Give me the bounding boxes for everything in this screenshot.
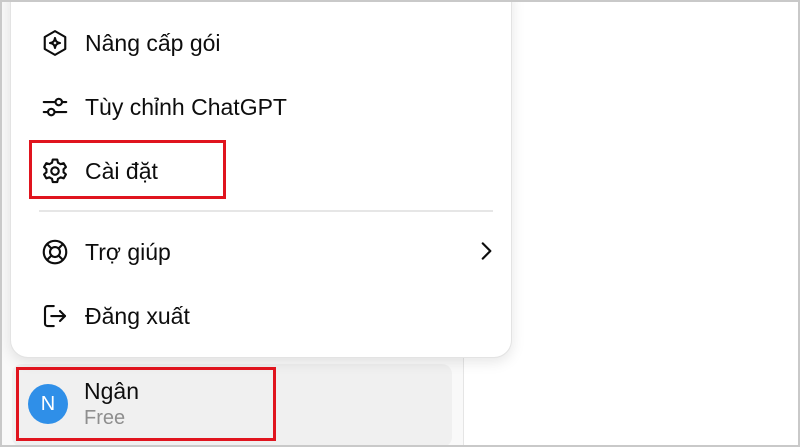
sliders-icon [39, 91, 71, 123]
menu-item-upgrade-plan[interactable]: Nâng cấp gói [39, 23, 499, 63]
chevron-right-icon [481, 242, 492, 260]
menu-item-label: Trợ giúp [85, 238, 171, 265]
user-profile-button[interactable]: N Ngân Free [24, 372, 274, 436]
menu-item-help[interactable]: Trợ giúp [39, 232, 499, 272]
user-info: Ngân Free [84, 377, 139, 431]
logout-icon [39, 300, 71, 332]
lifebuoy-icon [39, 236, 71, 268]
menu-item-label: Tùy chỉnh ChatGPT [85, 93, 287, 120]
gear-icon [39, 155, 71, 187]
sparkle-hexagon-icon [39, 27, 71, 59]
menu-item-label: Cài đặt [85, 157, 158, 184]
menu-item-label: Đăng xuất [85, 302, 190, 329]
user-name: Ngân [84, 378, 139, 404]
menu-item-customize-chatgpt[interactable]: Tùy chỉnh ChatGPT [39, 87, 499, 127]
menu-item-settings[interactable]: Cài đặt [39, 151, 499, 191]
menu-divider [39, 210, 493, 212]
user-plan: Free [84, 407, 126, 429]
avatar: N [28, 384, 68, 424]
account-menu: Nâng cấp gói Tùy chỉnh ChatGPT Cài đặt T… [10, 0, 512, 358]
main-content-area [463, 0, 800, 447]
menu-item-logout[interactable]: Đăng xuất [39, 296, 499, 336]
menu-item-label: Nâng cấp gói [85, 29, 221, 56]
